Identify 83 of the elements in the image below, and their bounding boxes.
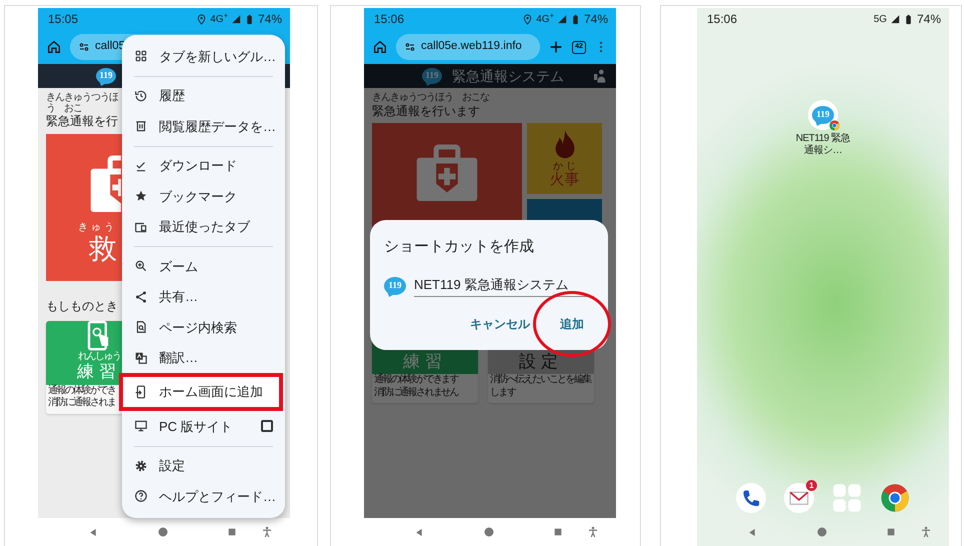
card-label: 救: [88, 234, 118, 264]
status-time: 15:06: [374, 11, 404, 28]
accessibility-icon[interactable]: [920, 526, 932, 538]
signal-icon: [890, 14, 900, 24]
home-icon[interactable]: [372, 39, 388, 55]
status-time: 15:06: [707, 11, 738, 28]
find-in-page-icon: [134, 320, 148, 334]
menu-item[interactable]: ヘルプとフィード…: [122, 481, 285, 512]
add-to-home-icon: [134, 385, 148, 399]
card-note: 通報の体験ができます: [373, 374, 460, 386]
card-note: 消防へ伝えたいことを編集: [489, 374, 592, 387]
battery-level: 74%: [258, 11, 282, 28]
card-note: 消防に通報されません: [373, 386, 460, 400]
notification-badge: 1: [806, 480, 817, 491]
dialog-button[interactable]: 追加: [560, 315, 584, 333]
menu-item[interactable]: 設定: [122, 450, 285, 481]
network-type: 4G$^{+}$: [536, 12, 554, 26]
share-icon: [134, 290, 148, 304]
home-button-icon[interactable]: [816, 526, 828, 538]
menu-item[interactable]: PC 版サイト: [122, 411, 285, 442]
logo-bubble: 119: [812, 106, 834, 124]
person-icon[interactable]: [592, 68, 608, 84]
sliders-icon[interactable]: [404, 41, 416, 53]
zoom-icon: [134, 259, 148, 274]
logo-bubble: 119: [422, 68, 442, 84]
site-title: 緊急通報システム: [452, 66, 564, 86]
browser-icon[interactable]: [880, 483, 910, 513]
address-bar[interactable]: call05e.web119.info: [396, 34, 540, 60]
section-heading: もしものとき: [46, 298, 118, 315]
menu-item[interactable]: 履歴: [122, 80, 285, 111]
home-icon[interactable]: [46, 39, 62, 55]
menu-item[interactable]: 共有…: [122, 282, 285, 312]
history-icon: [134, 88, 148, 103]
star-icon: [134, 189, 148, 204]
signal-icon: [230, 14, 241, 24]
status-time: 15:05: [48, 11, 78, 28]
ruby-text: きんきゅうつうほう おこな: [372, 93, 490, 104]
back-icon[interactable]: [88, 526, 99, 538]
card-label: 練習: [77, 362, 121, 382]
browser-badge-icon: [829, 120, 840, 131]
mail-icon[interactable]: [784, 483, 814, 513]
monitor-icon: [134, 419, 148, 434]
home-button-icon[interactable]: [483, 526, 495, 538]
plus-icon[interactable]: [548, 39, 564, 55]
ruby-text: きゅう: [77, 222, 118, 234]
back-icon[interactable]: [747, 526, 758, 538]
logo-bubble: 119: [96, 68, 116, 84]
translate-icon: [134, 350, 148, 365]
menu-item[interactable]: ホーム画面に追加: [119, 373, 283, 411]
card-label: 練習: [403, 352, 447, 372]
recents-icon[interactable]: [553, 527, 563, 537]
network-type: 5G: [874, 12, 887, 26]
ruby-text: か じ: [553, 162, 576, 172]
squares-icon: [134, 49, 148, 64]
network-type: 4G$^{+}$: [210, 12, 228, 26]
battery-level: 74%: [916, 11, 941, 28]
ruby-text: れんしゅう: [78, 352, 120, 362]
card-note: 消防に通報されま: [47, 397, 116, 410]
shortcut-name-field[interactable]: NET119 緊急通報システム: [414, 274, 594, 297]
app-label[interactable]: NET119 緊急通報シ…: [792, 133, 854, 156]
ruby-text: きんきゅうつうほう おこ: [46, 93, 120, 114]
home-button-icon[interactable]: [157, 526, 169, 538]
trash-icon: [134, 119, 148, 134]
settings-icon: [134, 458, 148, 473]
recents-icon[interactable]: [227, 527, 237, 537]
accessibility-icon[interactable]: [587, 526, 599, 538]
card-note: します: [489, 386, 517, 400]
page-heading: 緊急通報を行います: [372, 104, 481, 120]
checkbox[interactable]: [261, 420, 273, 432]
recents-icon[interactable]: [886, 527, 896, 537]
back-icon[interactable]: [414, 526, 425, 538]
dialog-title: ショートカットを作成: [384, 237, 535, 257]
card-label: 火事: [550, 172, 580, 189]
accessibility-icon[interactable]: [261, 526, 273, 538]
card-label: 設定: [519, 352, 563, 372]
signal-icon: [556, 14, 567, 24]
card-note: 通報の体験ができ: [47, 384, 116, 396]
page-heading: 緊急通報を行: [46, 114, 119, 130]
logo-bubble: 119: [384, 276, 406, 295]
battery-level: 74%: [584, 11, 608, 28]
phone-icon[interactable]: [736, 483, 766, 513]
sliders-icon[interactable]: [78, 41, 90, 53]
help-icon: [134, 489, 148, 504]
